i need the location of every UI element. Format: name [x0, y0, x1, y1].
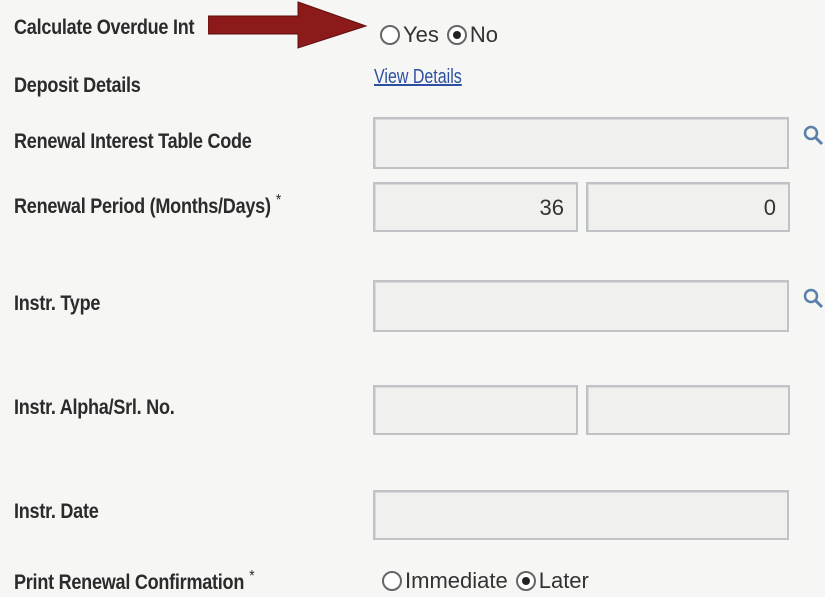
deposit-details-label: Deposit Details	[14, 74, 141, 97]
instr-type-input[interactable]	[373, 280, 789, 332]
renewal-months-input[interactable]: 36	[373, 182, 578, 232]
renewal-days-input[interactable]: 0	[586, 182, 790, 232]
required-marker: *	[249, 568, 255, 585]
print-renewal-radio-group: Immediate Later	[382, 568, 597, 594]
print-renewal-label-text: Print Renewal Confirmation	[14, 571, 245, 594]
print-immediate-radio[interactable]	[382, 571, 402, 591]
overdue-yes-label: Yes	[403, 22, 439, 47]
print-later-radio[interactable]	[515, 571, 536, 591]
renewal-interest-input[interactable]	[373, 117, 789, 169]
overdue-no-label: No	[469, 22, 499, 47]
instr-alpha-input[interactable]	[373, 385, 578, 435]
view-details-link[interactable]: View Details	[374, 66, 462, 89]
renewal-interest-label: Renewal Interest Table Code	[14, 130, 252, 153]
overdue-no-radio[interactable]	[446, 25, 467, 45]
print-renewal-label: Print Renewal Confirmation *	[14, 568, 255, 595]
instr-serial-input[interactable]	[586, 385, 790, 435]
required-marker: *	[275, 192, 281, 209]
red-arrow-icon	[208, 1, 368, 49]
renewal-period-label: Renewal Period (Months/Days) *	[14, 192, 281, 219]
instr-alpha-label: Instr. Alpha/Srl. No.	[14, 396, 175, 419]
instr-type-label: Instr. Type	[14, 292, 101, 315]
instr-date-label: Instr. Date	[14, 500, 99, 523]
print-immediate-label: Immediate	[405, 568, 508, 593]
instr-date-input[interactable]	[373, 490, 789, 540]
magnifier-icon[interactable]	[802, 124, 824, 146]
print-later-label: Later	[538, 568, 589, 593]
overdue-radio-group: Yes No	[380, 22, 506, 48]
magnifier-icon[interactable]	[802, 287, 824, 309]
overdue-label: Calculate Overdue Int	[14, 16, 195, 39]
overdue-yes-radio[interactable]	[380, 25, 400, 45]
renewal-period-label-text: Renewal Period (Months/Days)	[14, 195, 271, 218]
